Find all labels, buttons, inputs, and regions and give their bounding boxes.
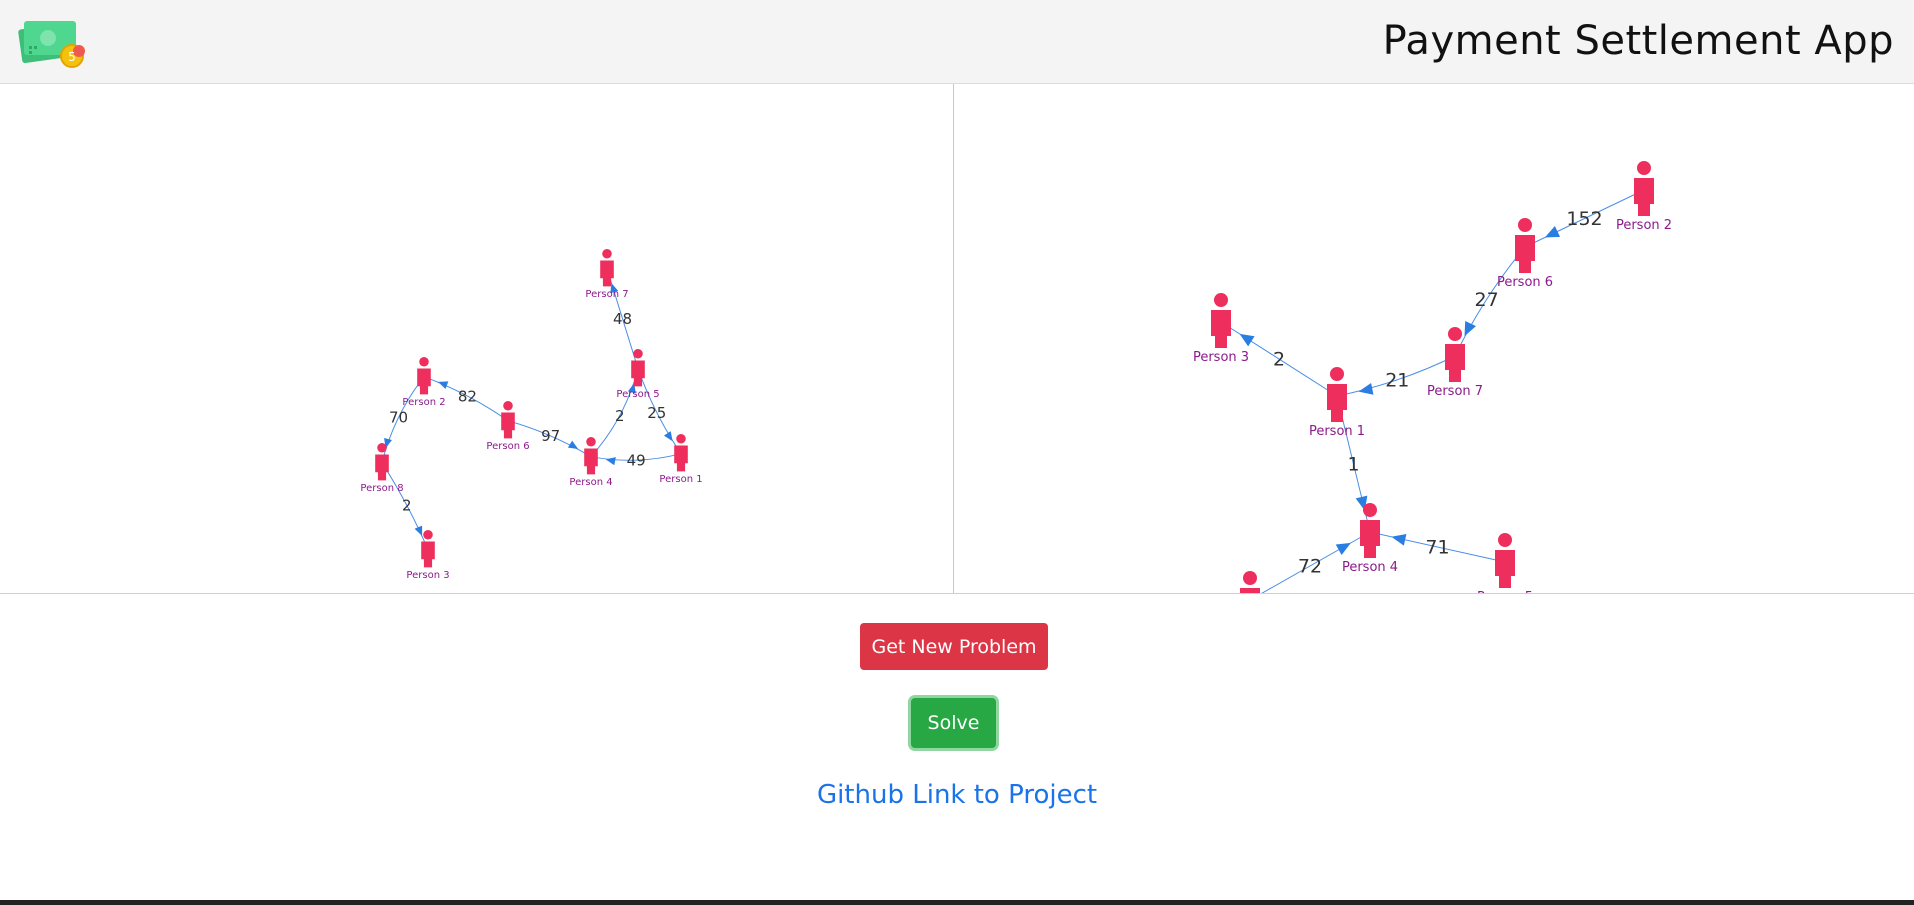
node-label: Person 4 [569,477,612,488]
arrowhead [1391,533,1407,546]
node-label: Person 6 [1497,275,1553,290]
node-p7[interactable]: Person 7 [1427,327,1483,399]
node-p5[interactable]: Person 5 [616,348,660,400]
edge-p6-p7: 27 [1454,246,1526,357]
node-label: Person 7 [1427,384,1483,399]
node-p8[interactable]: Person 8 [360,442,404,494]
edge-amount-label: 152 [1566,208,1602,230]
problem-graph[interactable]: 48 82 70 2 25 97 49 2 Person 7 Person 2 Person 5 Pe… [0,84,953,593]
person-icon [375,442,389,481]
node-label: Person 1 [1309,424,1365,439]
person-icon [1240,571,1260,593]
node-label: Person 3 [406,570,449,581]
solution-graph[interactable]: 152 27 2 21 1 71 72 Person 2 Person 6 Person 3 Per… [954,84,1914,593]
edge-amount-label: 1 [1347,454,1359,476]
money-cash-icon: 5 [18,21,85,68]
edge-amount-label: 25 [647,404,666,422]
arrowhead [414,525,423,536]
problem-graph-panel: 48 82 70 2 25 97 49 2 Person 7 Person 2 Person 5 Pe… [0,84,954,593]
edge-amount-label: 27 [1475,289,1499,311]
edge-p8-p3: 2 [381,462,429,550]
node-p3[interactable]: Person 3 [406,529,450,581]
coin-label: 5 [68,50,76,64]
node-p1[interactable]: Person 1 [659,433,703,485]
person-icon [501,400,515,439]
node-label: Person 7 [585,289,628,300]
edge-amount-label: 2 [402,496,412,514]
edge-amount-label: 70 [389,409,408,427]
person-icon [600,248,614,287]
arrowhead [605,457,616,466]
arrowhead [1239,333,1255,347]
node-label: Person 3 [1193,350,1249,365]
node-label: Person 6 [486,441,529,452]
node-p2[interactable]: Person 2 [1616,161,1672,233]
solve-button[interactable]: Solve [911,698,996,748]
node-label: Person 8 [360,483,403,494]
node-label: Person 5 [616,389,659,400]
edge-p1-p4: 49 [590,451,682,469]
github-link[interactable]: Github Link to Project [0,780,1914,810]
arrowhead [1335,542,1351,555]
arrowhead [1464,320,1477,337]
edge-amount-label: 71 [1425,537,1449,559]
arrowhead [1358,382,1374,395]
node-p6[interactable]: Person 6 [1497,218,1553,290]
node-p6[interactable]: Person 6 [486,400,530,452]
edge-amount-label: 82 [458,387,477,405]
node-p4[interactable]: Person 4 [1342,503,1398,575]
node-label: Person 1 [659,474,702,485]
node-p8[interactable]: Person 8 [1222,571,1278,593]
edge-amount-label: 2 [1273,349,1285,371]
person-icon [1495,533,1515,588]
node-p1[interactable]: Person 1 [1309,367,1365,439]
edge-p4-p5: 2 [590,368,639,458]
edge-amount-label: 21 [1385,369,1409,391]
node-p7[interactable]: Person 7 [585,248,629,300]
bottom-bar [0,900,1914,905]
person-icon [1515,218,1535,273]
node-label: Person 2 [1616,218,1672,233]
edge-p5-p4: 71 [1369,531,1506,563]
person-icon [674,433,688,472]
edge-amount-label: 49 [627,451,646,469]
node-p5[interactable]: Person 5 [1477,533,1533,593]
node-label: Person 4 [1342,560,1398,575]
page-title: Payment Settlement App [1382,18,1894,64]
person-icon [584,436,598,475]
person-icon [1445,327,1465,382]
node-p4[interactable]: Person 4 [569,436,613,488]
graph-panels: 48 82 70 2 25 97 49 2 Person 7 Person 2 Person 5 Pe… [0,84,1914,594]
get-new-problem-button[interactable]: Get New Problem [860,623,1048,670]
person-icon [1211,293,1231,348]
solution-graph-panel: 152 27 2 21 1 71 72 Person 2 Person 6 Person 3 Per… [954,84,1914,593]
person-icon [1634,161,1654,216]
edge-amount-label: 72 [1298,556,1322,578]
person-icon [421,529,435,568]
app-header: 5 Payment Settlement App [0,0,1914,84]
edge-amount-label: 2 [615,407,625,425]
person-icon [417,356,431,395]
edge-p5-p1: 25 [637,368,682,454]
node-p3[interactable]: Person 3 [1193,293,1249,365]
person-icon [1327,367,1347,422]
person-icon [1360,503,1380,558]
edge-p2-p8: 70 [381,376,425,463]
edge-amount-label: 48 [613,310,632,328]
arrowhead [438,381,449,390]
node-label: Person 2 [402,397,445,408]
edge-amount-label: 97 [541,427,560,445]
node-label: Person 5 [1477,590,1533,593]
